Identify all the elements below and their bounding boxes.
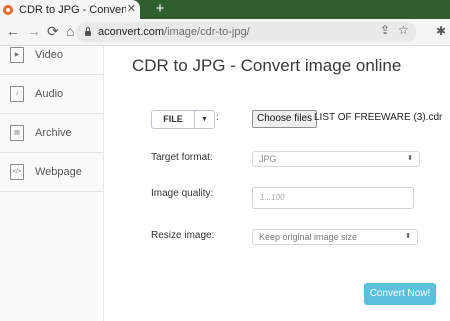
file-source-dropdown[interactable]: FILE ▼: [151, 110, 215, 129]
target-format-label: Target format:: [151, 152, 213, 163]
resize-image-label: Resize image:: [151, 230, 215, 241]
target-format-select[interactable]: JPG ⬍: [252, 151, 420, 167]
image-quality-placeholder: 1...100: [260, 193, 285, 202]
browser-tab[interactable]: CDR to JPG - Convert image online ✕: [0, 0, 140, 19]
sidebar-item-video[interactable]: ▶ Video: [0, 36, 103, 75]
page-title: CDR to JPG - Convert image online: [132, 56, 402, 75]
archive-file-icon: ▤: [10, 125, 24, 141]
new-tab-button[interactable]: +: [150, 0, 170, 19]
extensions-icon[interactable]: ✱: [436, 24, 446, 38]
file-colon: :: [216, 112, 219, 123]
browser-tabstrip: CDR to JPG - Convert image online ✕ +: [0, 0, 450, 19]
caret-down-icon: ▼: [201, 116, 208, 123]
main-content: CDR to JPG - Convert image online FILE ▼…: [104, 46, 450, 321]
sidebar-item-label: Audio: [35, 88, 64, 100]
sidebar-item-audio[interactable]: ♪ Audio: [0, 75, 103, 114]
sidebar-item-label: Archive: [35, 127, 72, 139]
category-sidebar: ▶ Video ♪ Audio ▤ Archive </> Webpage: [0, 46, 104, 321]
video-file-icon: ▶: [10, 47, 24, 63]
bookmark-star-icon[interactable]: ☆: [398, 23, 409, 37]
file-source-label: FILE: [152, 111, 195, 128]
image-quality-label: Image quality:: [151, 188, 214, 199]
tab-title: CDR to JPG - Convert image online: [19, 3, 126, 16]
select-arrows-icon: ⬍: [407, 155, 413, 162]
choose-files-button[interactable]: Choose files: [252, 110, 318, 128]
address-bar[interactable]: aconvert.com/image/cdr-to-jpg/ ⇪ ☆: [76, 22, 416, 42]
sidebar-item-label: Video: [35, 49, 63, 61]
url-text: aconvert.com/image/cdr-to-jpg/: [98, 26, 250, 38]
url-path: /image/cdr-to-jpg/: [164, 26, 250, 38]
audio-file-icon: ♪: [10, 86, 24, 102]
sidebar-item-label: Webpage: [35, 166, 82, 178]
target-format-value: JPG: [259, 154, 277, 164]
sidebar-item-webpage[interactable]: </> Webpage: [0, 153, 103, 192]
url-domain: aconvert.com: [98, 26, 165, 38]
favicon-icon: [3, 4, 13, 15]
webpage-file-icon: </>: [10, 164, 24, 180]
resize-image-select[interactable]: Keep original image size ⬍: [252, 229, 418, 245]
share-icon[interactable]: ⇪: [380, 23, 390, 37]
convert-now-button[interactable]: Convert Now!: [364, 283, 436, 305]
resize-image-value: Keep original image size: [259, 232, 358, 242]
close-tab-icon[interactable]: ✕: [127, 2, 136, 15]
sidebar-item-archive[interactable]: ▤ Archive: [0, 114, 103, 153]
image-quality-input[interactable]: 1...100: [252, 187, 414, 209]
select-arrows-icon: ⬍: [405, 233, 411, 240]
chosen-file-name: LIST OF FREEWARE (3).cdr: [314, 112, 443, 123]
